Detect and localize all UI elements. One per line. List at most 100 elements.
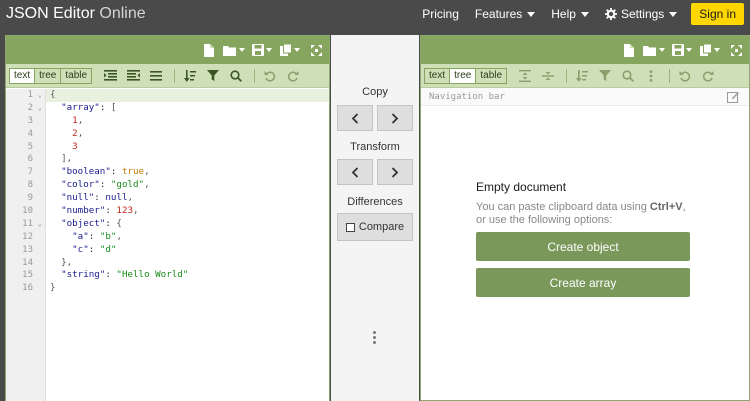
context-menu-icon[interactable] — [641, 66, 661, 86]
code-line[interactable]: } — [46, 282, 329, 295]
transform-right-button[interactable] — [377, 159, 413, 185]
undo-icon[interactable] — [675, 66, 695, 86]
mode-tree-tab[interactable]: tree — [450, 68, 477, 83]
empty-document-title: Empty document — [476, 180, 567, 194]
chevron-down-icon — [580, 11, 589, 17]
code-line[interactable]: "a": "b", — [46, 231, 329, 244]
nav-settings-menu[interactable]: Settings — [597, 0, 685, 28]
mode-switch: text tree table — [424, 67, 508, 84]
sign-in-button[interactable]: Sign in — [691, 3, 744, 25]
fullscreen-icon[interactable] — [725, 39, 747, 61]
line-number: 11 ⌄ — [22, 218, 42, 231]
transform-left-button[interactable] — [337, 159, 373, 185]
code-line[interactable]: }, — [46, 257, 329, 270]
filter-icon[interactable] — [595, 66, 615, 86]
code-line[interactable]: "array": [ — [46, 102, 329, 115]
line-number: 15 — [22, 270, 33, 281]
line-number: 1 ⌄ — [27, 89, 42, 102]
mode-table-tab[interactable]: table — [61, 69, 91, 83]
mode-table-tab[interactable]: table — [476, 69, 506, 83]
navigation-bar-label: Navigation bar — [429, 91, 505, 102]
save-icon[interactable] — [669, 39, 695, 61]
fullscreen-icon[interactable] — [305, 39, 327, 61]
fold-toggle-icon[interactable]: ⌄ — [38, 102, 42, 115]
expand-all-icon[interactable] — [515, 66, 535, 86]
left-menu-bar — [6, 36, 329, 64]
new-document-icon[interactable] — [197, 39, 219, 61]
create-object-button[interactable]: Create object — [476, 232, 690, 261]
drag-handle-icon[interactable] — [373, 331, 377, 347]
chevron-down-icon — [527, 11, 536, 17]
nav-settings-label: Settings — [620, 7, 665, 21]
edit-icon[interactable] — [727, 91, 739, 103]
code-line[interactable]: "color": "gold", — [46, 179, 329, 192]
app-logo[interactable]: JSON Editor Online — [6, 5, 146, 23]
collapse-all-icon[interactable] — [538, 66, 558, 86]
save-icon[interactable] — [249, 39, 275, 61]
mode-switch: text tree table — [9, 67, 93, 84]
copy-right-button[interactable] — [377, 105, 413, 131]
chevron-right-icon — [391, 166, 399, 178]
code-line[interactable]: "boolean": true, — [46, 166, 329, 179]
sort-icon[interactable] — [572, 66, 592, 86]
code-content[interactable]: { "array": [ 1, 2, 3 ], "boolean": true,… — [46, 89, 329, 295]
redo-icon[interactable] — [283, 66, 303, 86]
line-number: 16 — [22, 283, 33, 294]
code-line[interactable]: 2, — [46, 128, 329, 141]
nav-help-label: Help — [551, 7, 576, 21]
search-icon[interactable] — [226, 66, 246, 86]
left-editor-panel: text tree table 1 ⌄ 2 ⌄ 3 4 5 6 7 8 9 10… — [5, 35, 330, 401]
compare-button[interactable]: Compare — [337, 213, 413, 241]
code-line[interactable]: 1, — [46, 115, 329, 128]
sort-icon[interactable] — [180, 66, 200, 86]
line-number: 14 — [22, 257, 33, 268]
fold-toggle-icon[interactable]: ⌄ — [38, 89, 42, 102]
format-icon[interactable] — [100, 66, 120, 86]
search-icon[interactable] — [618, 66, 638, 86]
undo-icon[interactable] — [260, 66, 280, 86]
filter-icon[interactable] — [203, 66, 223, 86]
redo-icon[interactable] — [698, 66, 718, 86]
copy-icon[interactable] — [697, 39, 723, 61]
code-line[interactable]: "object": { — [46, 218, 329, 231]
chevron-down-icon — [669, 11, 678, 17]
open-folder-icon[interactable] — [221, 39, 247, 61]
nav-pricing-label: Pricing — [422, 7, 459, 21]
hint-text: You can paste clipboard data using — [476, 201, 650, 213]
code-line[interactable]: { — [46, 89, 329, 102]
copy-icon[interactable] — [277, 39, 303, 61]
checkbox-icon — [345, 222, 355, 232]
chevron-left-icon — [351, 166, 359, 178]
compact-icon[interactable] — [123, 66, 143, 86]
top-navigation-bar: JSON Editor Online Pricing Features Help… — [0, 0, 750, 28]
code-line[interactable]: ], — [46, 153, 329, 166]
open-folder-icon[interactable] — [641, 39, 667, 61]
new-document-icon[interactable] — [617, 39, 639, 61]
mode-text-tab[interactable]: text — [10, 68, 36, 83]
gear-icon — [604, 8, 617, 20]
copy-left-button[interactable] — [337, 105, 373, 131]
fold-toggle-icon[interactable]: ⌄ — [38, 218, 42, 231]
code-line[interactable]: "c": "d" — [46, 244, 329, 257]
mode-tree-tab[interactable]: tree — [35, 68, 62, 83]
create-array-button[interactable]: Create array — [476, 268, 690, 297]
code-line[interactable]: 3 — [46, 141, 329, 154]
chevron-right-icon — [391, 112, 399, 124]
line-number-gutter: 1 ⌄ 2 ⌄ 3 4 5 6 7 8 9 10 11 ⌄ 12 13 14 15 16 — [6, 89, 46, 401]
code-line[interactable]: "number": 123, — [46, 205, 329, 218]
line-number: 8 — [27, 180, 33, 191]
code-editor[interactable]: 1 ⌄ 2 ⌄ 3 4 5 6 7 8 9 10 11 ⌄ 12 13 14 15 16 { "array": [ … — [6, 89, 329, 401]
nav-help-menu[interactable]: Help — [543, 0, 597, 28]
empty-document-hint: You can paste clipboard data using Ctrl+… — [476, 201, 696, 227]
code-line[interactable]: "string": "Hello World" — [46, 269, 329, 282]
repair-icon[interactable] — [146, 66, 166, 86]
line-number: 6 — [27, 154, 33, 165]
nav-pricing-link[interactable]: Pricing — [414, 0, 467, 28]
toolbar-divider — [566, 68, 568, 83]
nav-features-menu[interactable]: Features — [467, 0, 543, 28]
navigation-bar[interactable]: Navigation bar — [421, 88, 749, 106]
right-editor-panel: text tree table Navigation bar Empty doc… — [420, 35, 750, 401]
code-line[interactable]: "null": null, — [46, 192, 329, 205]
nav-features-label: Features — [474, 7, 523, 21]
mode-text-tab[interactable]: text — [425, 68, 451, 83]
